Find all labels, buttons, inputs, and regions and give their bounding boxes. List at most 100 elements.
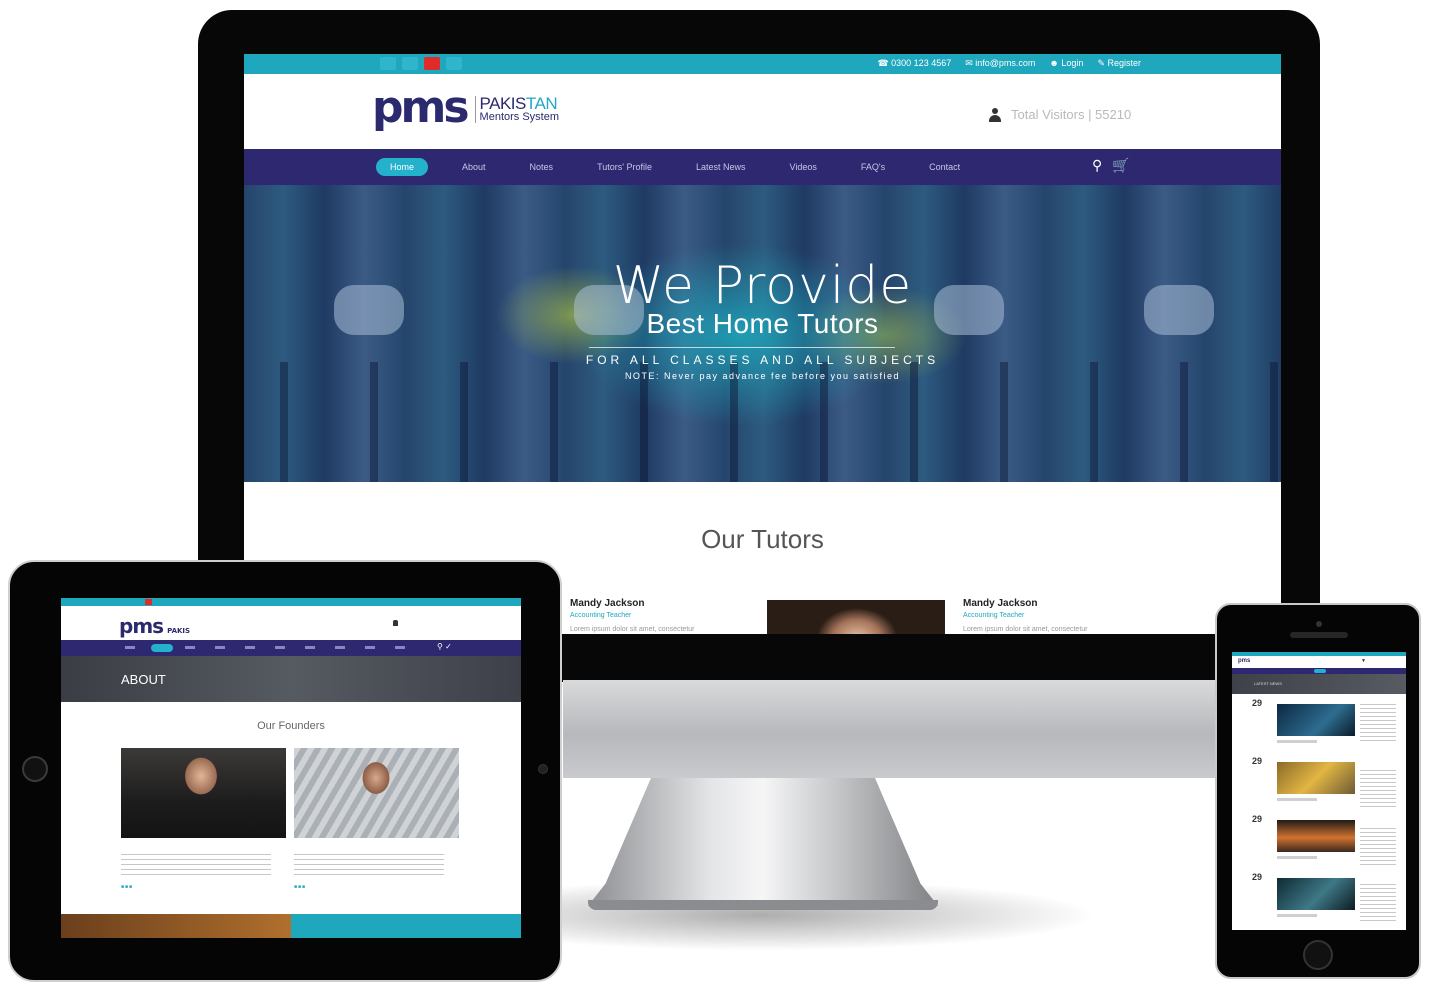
monitor-stand [588, 778, 938, 907]
email-text: info@pms.com [975, 58, 1036, 68]
tablet-nav-active[interactable] [151, 644, 173, 652]
site-logo[interactable]: pms PAKISTAN Mentors System [372, 86, 559, 130]
visitor-count-text: Total Visitors | 55210 [1011, 107, 1132, 122]
menu-icon[interactable]: ▼ [1361, 658, 1366, 664]
founder-photo[interactable] [294, 748, 459, 838]
founder-social-icons[interactable]: ■■■ [121, 884, 133, 890]
logo-mark: pms [372, 86, 470, 130]
news-image[interactable] [1277, 820, 1355, 852]
tablet-page-banner: ABOUT [61, 656, 521, 702]
visitor-counter: Total Visitors | 55210 [989, 107, 1131, 122]
cart-icon[interactable]: 🛒 [1112, 157, 1129, 174]
tutor-subject: Accounting Teacher [570, 612, 632, 619]
tutor-subject: Accounting Teacher [963, 612, 1025, 619]
tablet-logo[interactable]: pms PAKIS [119, 614, 190, 638]
phone-page-banner: LATEST NEWS [1232, 674, 1406, 694]
news-caption [1277, 856, 1317, 859]
hero-note: NOTE: Never pay advance fee before you s… [624, 371, 901, 381]
hero-banner: We Provide Best Home Tutors FOR ALL CLAS… [244, 185, 1281, 482]
logo-word-2: Mentors System [479, 111, 560, 123]
phone-link[interactable]: ☎ 0300 123 4567 [877, 58, 951, 69]
twitter-icon[interactable] [380, 57, 396, 70]
youtube-icon[interactable] [424, 57, 440, 70]
phone-banner-title: LATEST NEWS [1254, 681, 1282, 686]
phone-home-button [1303, 940, 1333, 970]
tutor-photo[interactable] [767, 600, 945, 634]
news-date: 29 [1252, 814, 1263, 824]
main-nav: Home About Notes Tutors' Profile Latest … [244, 149, 1281, 185]
founder-text [121, 854, 271, 876]
youtube-icon[interactable] [145, 599, 152, 605]
nav-item-home[interactable]: Home [376, 158, 429, 176]
email-link[interactable]: ✉ info@pms.com [965, 58, 1035, 69]
tutor-text: Lorem ipsum dolor sit amet, consectetur [963, 626, 1088, 633]
nav-item-notes[interactable]: Notes [530, 162, 554, 172]
tablet-banner-title: ABOUT [121, 672, 166, 687]
search-icon[interactable]: ⚲ [1092, 157, 1102, 174]
tablet-nav-tools: ⚲ ✓ [437, 642, 452, 651]
tutor-name[interactable]: Mandy Jackson [570, 598, 644, 609]
login-text: Login [1061, 58, 1084, 68]
desktop-screen: ☎ 0300 123 4567 ✉ info@pms.com ☻ Login ✎… [244, 54, 1281, 634]
nav-item-contact[interactable]: Contact [929, 162, 960, 172]
news-sidebar [1360, 884, 1396, 924]
facebook-icon[interactable] [402, 57, 418, 70]
tutor-name[interactable]: Mandy Jackson [963, 598, 1037, 609]
news-sidebar [1360, 770, 1396, 810]
phone-speaker [1290, 632, 1348, 638]
login-link[interactable]: ☻ Login [1049, 58, 1083, 69]
phone-camera [1316, 621, 1322, 627]
news-caption [1277, 740, 1317, 743]
nav-item-videos[interactable]: Videos [790, 162, 817, 172]
tablet-visitor-counter [393, 620, 398, 626]
top-contact: ☎ 0300 123 4567 ✉ info@pms.com ☻ Login ✎… [877, 58, 1141, 69]
social-links [380, 57, 462, 70]
news-date: 29 [1252, 872, 1263, 882]
register-link[interactable]: ✎ Register [1097, 58, 1141, 69]
phone-nav-active[interactable] [1314, 669, 1326, 673]
founder-photo[interactable] [121, 748, 286, 838]
news-sidebar [1360, 704, 1396, 744]
tutor-text: Lorem ipsum dolor sit amet, consectetur [570, 626, 695, 633]
register-text: Register [1107, 58, 1141, 68]
tablet-footer-panel [291, 914, 521, 938]
nav-items: Home About Notes Tutors' Profile Latest … [376, 158, 1004, 176]
section-title: Our Tutors [701, 524, 824, 554]
user-icon [989, 107, 1001, 122]
news-caption [1277, 914, 1317, 917]
logo-mark-b: ms [400, 82, 470, 133]
tablet-camera [538, 764, 548, 774]
monitor-chin [563, 680, 1218, 778]
phone-screen: pms ▼ LATEST NEWS 29 29 29 29 [1232, 652, 1406, 930]
cart-icon[interactable]: ✓ [445, 642, 452, 651]
hero-divider [589, 347, 895, 348]
tablet-home-button [22, 756, 48, 782]
search-icon[interactable]: ⚲ [437, 642, 443, 651]
logo-mark-a: p [372, 82, 403, 133]
news-date: 29 [1252, 756, 1263, 766]
founder-social-icons[interactable]: ■■■ [294, 884, 306, 890]
tablet-footer-image [61, 914, 291, 938]
phone-logo[interactable]: pms [1238, 658, 1250, 664]
news-image[interactable] [1277, 878, 1355, 910]
phone-header: pms ▼ [1232, 656, 1406, 668]
tablet-section-title: Our Founders [257, 720, 325, 732]
nav-tools: ⚲ 🛒 [1092, 157, 1130, 174]
user-icon [393, 620, 398, 626]
linkedin-icon[interactable] [446, 57, 462, 70]
tablet-top-bar [61, 598, 521, 606]
news-image[interactable] [1277, 704, 1355, 736]
nav-item-about[interactable]: About [462, 162, 486, 172]
nav-item-tutors-profile[interactable]: Tutors' Profile [597, 162, 652, 172]
nav-item-faqs[interactable]: FAQ's [861, 162, 885, 172]
news-caption [1277, 798, 1317, 801]
top-bar: ☎ 0300 123 4567 ✉ info@pms.com ☻ Login ✎… [244, 54, 1281, 74]
news-image[interactable] [1277, 762, 1355, 794]
site-header: pms PAKISTAN Mentors System Total Visito… [244, 74, 1281, 149]
hero-tagline: FOR ALL CLASSES AND ALL SUBJECTS [585, 353, 940, 367]
tablet-header: pms PAKIS [61, 606, 521, 640]
phone-text: 0300 123 4567 [891, 58, 952, 68]
device-mockup-stage: ☎ 0300 123 4567 ✉ info@pms.com ☻ Login ✎… [0, 0, 1431, 982]
logo-words: PAKISTAN Mentors System [474, 95, 560, 123]
nav-item-latest-news[interactable]: Latest News [696, 162, 746, 172]
